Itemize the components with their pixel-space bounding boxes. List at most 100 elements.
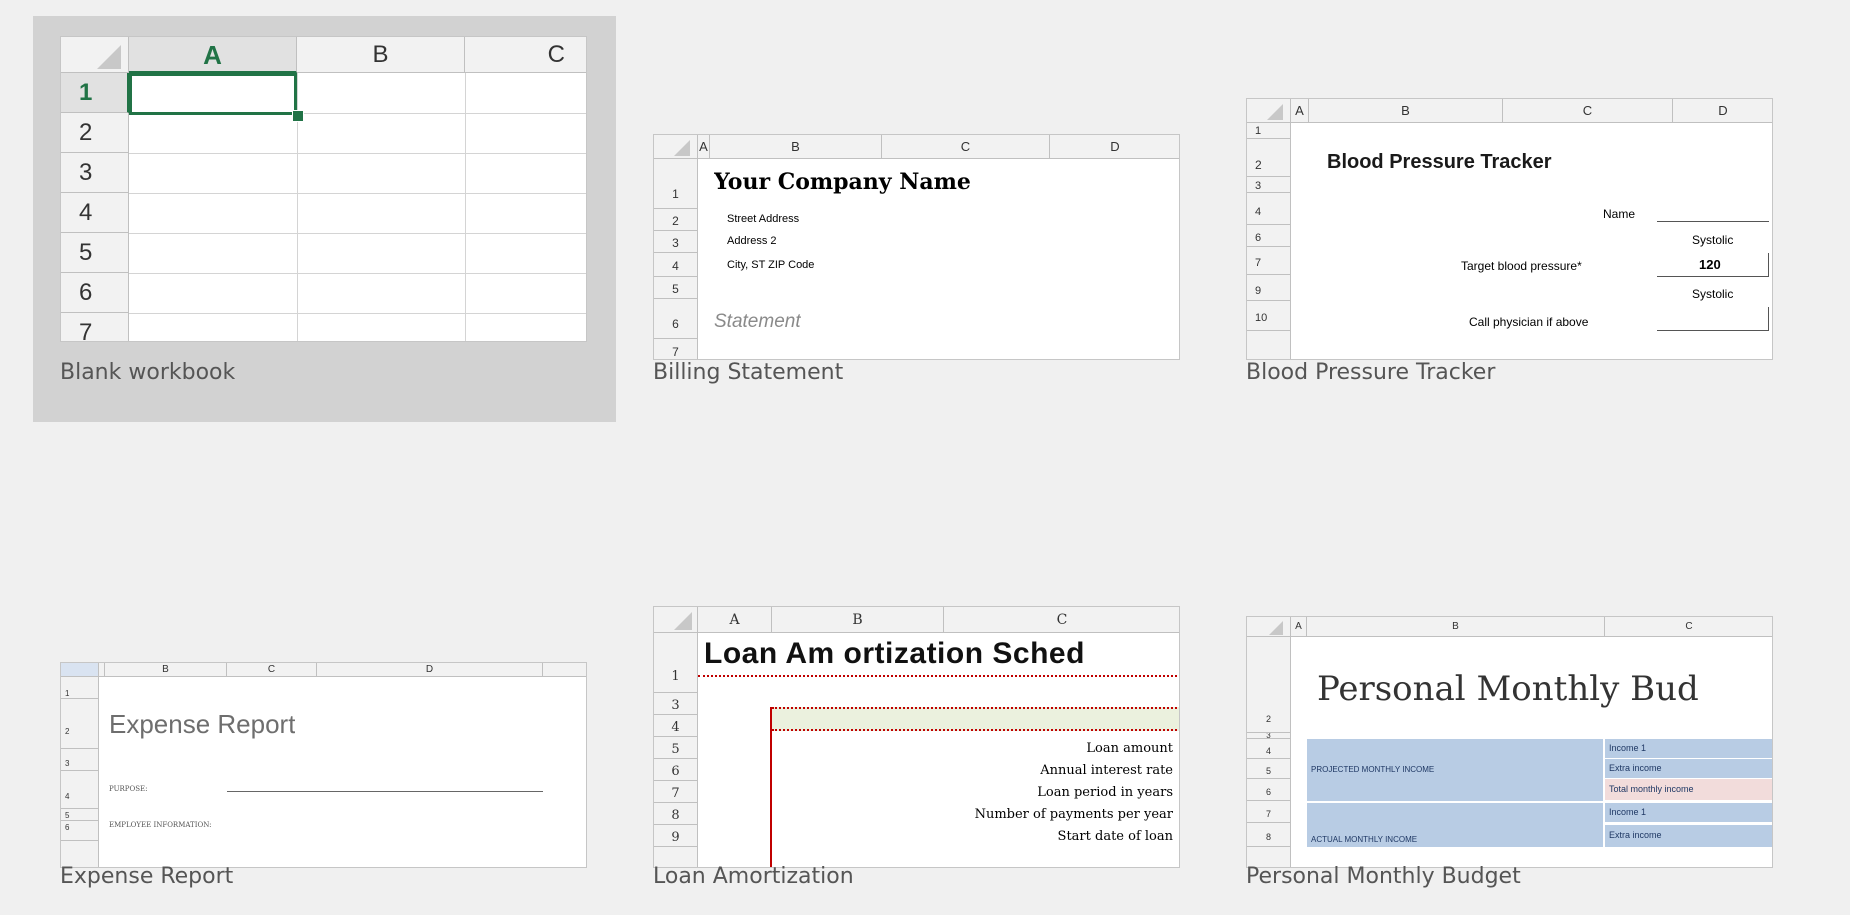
systolic-label-2: Systolic (1692, 287, 1734, 301)
template-label: Blank workbook (60, 360, 236, 385)
template-tile-blank-workbook[interactable]: A B C 1 2 3 4 5 6 7 Blank workbook (33, 16, 616, 422)
template-tile-personal-monthly-budget[interactable]: A B C 2 3 4 5 6 7 8 Personal Monthly Bud… (1219, 520, 1802, 915)
row-header: 5 (1247, 759, 1291, 779)
address-2: Address 2 (727, 235, 777, 247)
corner-triangle-icon (674, 612, 692, 630)
row-header-1: 1 (61, 73, 129, 113)
column-header-c: C (944, 607, 1179, 633)
row-header-5: 5 (61, 233, 129, 273)
column-header-c: C (465, 37, 586, 73)
start-date-label: Start date of loan (1057, 829, 1173, 844)
target-value: 120 (1699, 257, 1721, 272)
row-header: 6 (1247, 225, 1291, 247)
row-header: 1 (61, 677, 99, 699)
row-header: 9 (654, 825, 698, 847)
corner-triangle-icon (674, 140, 690, 156)
template-tile-expense-report[interactable]: A B C D 1 2 3 4 5 6 Expense Report PURPO… (33, 520, 616, 915)
row-header: 7 (1247, 801, 1291, 823)
row-header-6: 6 (61, 273, 129, 313)
row-header: 3 (654, 231, 698, 253)
active-cell-a1 (129, 73, 297, 115)
employee-info-label: EMPLOYEE INFORMATION: (109, 821, 212, 829)
actual-income-label: ACTUAL MONTHLY INCOME (1311, 835, 1418, 844)
name-underline (1657, 221, 1769, 222)
row-header: 2 (61, 699, 99, 749)
income-1-actual-label: Income 1 (1609, 807, 1647, 817)
row-header: 1 (654, 633, 698, 693)
title-dotted-rule (698, 675, 1179, 677)
template-thumbnail-personal-monthly-budget: A B C 2 3 4 5 6 7 8 Personal Monthly Bud… (1246, 616, 1773, 868)
row-header-3: 3 (61, 153, 129, 193)
template-tile-blood-pressure-tracker[interactable]: A B C D 1 2 3 4 6 7 9 10 Blood Pressure … (1219, 16, 1802, 422)
total-income-label: Total monthly income (1609, 784, 1694, 794)
loan-amount-label: Loan amount (1086, 741, 1173, 756)
column-header-a: A (698, 135, 710, 159)
row-header-4: 4 (61, 193, 129, 233)
template-thumbnail-loan-amortization: A B C 1 3 4 5 6 7 8 9 Loan Am ortization… (653, 606, 1180, 868)
row-header: 8 (1247, 823, 1291, 847)
row-header: 5 (61, 809, 99, 821)
template-tile-loan-amortization[interactable]: A B C 1 3 4 5 6 7 8 9 Loan Am ortization… (626, 520, 1209, 915)
column-header-b: B (1307, 617, 1605, 637)
template-label: Personal Monthly Budget (1246, 864, 1521, 889)
select-all-corner (61, 663, 99, 677)
row-header: 7 (1247, 247, 1291, 275)
row-header: 1 (1247, 123, 1291, 139)
row-header: 1 (654, 159, 698, 209)
column-header-b: B (1309, 99, 1503, 123)
template-label: Loan Amortization (653, 864, 854, 889)
income-1-label: Income 1 (1609, 743, 1647, 753)
template-thumbnail-blank-workbook: A B C 1 2 3 4 5 6 7 (60, 36, 587, 342)
row-header: 5 (654, 277, 698, 299)
column-header-e (543, 663, 586, 677)
target-pressure-label: Target blood pressure* (1461, 259, 1582, 273)
row-header: 6 (1247, 779, 1291, 801)
template-tile-billing-statement[interactable]: A B C D 1 2 3 4 5 6 7 Your Company Name … (626, 16, 1209, 422)
column-header-b: B (772, 607, 944, 633)
row-header: 7 (654, 339, 698, 359)
row-header: 8 (654, 803, 698, 825)
row-header (1247, 331, 1291, 359)
gridline (129, 153, 586, 154)
column-header-a: A (129, 37, 297, 73)
loan-title: Loan Am ortization Sched (704, 637, 1085, 670)
column-header-c: C (1605, 617, 1772, 637)
column-header-b: B (710, 135, 882, 159)
row-header: 5 (654, 737, 698, 759)
column-header-a: A (1291, 99, 1309, 123)
corner-triangle-icon (1267, 104, 1283, 120)
row-header: 2 (1247, 637, 1291, 733)
input-band (772, 707, 1179, 731)
row-header: 3 (61, 749, 99, 771)
budget-title: Personal Monthly Bud (1317, 669, 1699, 709)
row-header: 3 (654, 693, 698, 715)
corner-triangle-icon (97, 45, 121, 69)
template-label: Billing Statement (653, 360, 844, 385)
systolic-label-1: Systolic (1692, 233, 1734, 247)
row-header: 10 (1247, 301, 1291, 331)
input-area-left-border (770, 707, 772, 867)
call-physician-label: Call physician if above (1469, 315, 1589, 329)
company-name: Your Company Name (714, 169, 971, 195)
row-header: 2 (1247, 139, 1291, 177)
city-state-zip: City, ST ZIP Code (727, 259, 815, 271)
gridline (129, 313, 586, 314)
template-thumbnail-blood-pressure-tracker: A B C D 1 2 3 4 6 7 9 10 Blood Pressure … (1246, 98, 1773, 360)
corner-triangle-icon (1269, 621, 1283, 635)
extra-income-label: Extra income (1609, 763, 1662, 773)
interest-rate-label: Annual interest rate (1040, 763, 1173, 778)
row-header: 4 (654, 253, 698, 277)
row-header-7: 7 (61, 313, 129, 341)
row-header: 7 (654, 781, 698, 803)
column-header-c: C (227, 663, 317, 677)
extra-income-actual-label: Extra income (1609, 830, 1662, 840)
gridline (129, 233, 586, 234)
expense-title: Expense Report (109, 709, 296, 739)
name-label: Name (1603, 207, 1636, 221)
row-header: 4 (61, 771, 99, 809)
row-header-2: 2 (61, 113, 129, 153)
gridline (129, 273, 586, 274)
payments-per-year-label: Number of payments per year (974, 807, 1173, 822)
column-header-b: B (105, 663, 227, 677)
projected-income-label: PROJECTED MONTHLY INCOME (1311, 765, 1435, 774)
